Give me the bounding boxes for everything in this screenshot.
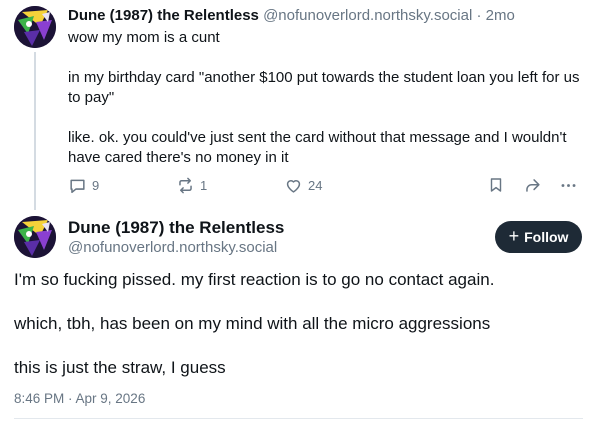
- parent-post-paragraph: wow my mom is a cunt: [68, 29, 220, 46]
- bookmark-icon: [490, 178, 502, 192]
- parent-post-text: wow my mom is a cunt in my birthday card…: [68, 28, 583, 168]
- parent-post-avatar[interactable]: [14, 6, 56, 48]
- like-icon: [286, 180, 301, 193]
- main-post-paragraph: this is just the straw, I guess: [14, 358, 226, 377]
- parent-post-header: Dune (1987) the Relentless @nofunoverlor…: [68, 6, 583, 26]
- plus-icon: +: [508, 226, 520, 246]
- post-timestamp[interactable]: 8:46 PM · Apr 9, 2026: [14, 390, 145, 408]
- more-icon: [561, 184, 576, 187]
- parent-post-age[interactable]: 2mo: [486, 7, 515, 24]
- thread-connector-line: [34, 52, 36, 210]
- main-post-paragraph: which, tbh, has been on my mind with all…: [14, 314, 491, 333]
- main-post-avatar[interactable]: [14, 216, 56, 258]
- follow-button[interactable]: + Follow: [495, 221, 582, 253]
- parent-post-body: Dune (1987) the Relentless @nofunoverlor…: [68, 6, 583, 168]
- parent-post-paragraph: in my birthday card "another $100 put to…: [68, 69, 580, 106]
- repost-icon: [179, 177, 192, 194]
- repost-count: 1: [200, 178, 208, 193]
- more-options-button[interactable]: [559, 176, 578, 195]
- reply-icon: [70, 179, 85, 193]
- parent-post-paragraph: like. ok. you could've just sent the car…: [68, 129, 567, 166]
- divider: [14, 418, 583, 419]
- meta-separator: ·: [476, 7, 482, 24]
- avatar-image: [14, 216, 56, 258]
- avatar-image: [14, 6, 56, 48]
- main-post-handle[interactable]: @nofunoverlord.northsky.social: [68, 238, 277, 258]
- main-post-paragraph: I'm so fucking pissed. my first reaction…: [14, 270, 495, 289]
- repost-button[interactable]: 1: [176, 176, 207, 195]
- parent-post-actions: 9 1 24: [68, 176, 583, 196]
- bookmark-button[interactable]: [487, 176, 505, 194]
- like-button[interactable]: 24: [284, 176, 322, 195]
- main-post-display-name[interactable]: Dune (1987) the Relentless: [68, 217, 284, 239]
- parent-post-handle[interactable]: @nofunoverlord.northsky.social: [263, 7, 472, 24]
- share-icon: [526, 179, 540, 192]
- parent-post-display-name[interactable]: Dune (1987) the Relentless: [68, 7, 259, 24]
- like-count: 24: [308, 178, 323, 193]
- share-button[interactable]: [523, 176, 542, 195]
- follow-label: Follow: [524, 229, 569, 245]
- main-post-text: I'm so fucking pissed. my first reaction…: [14, 268, 584, 380]
- reply-count: 9: [92, 178, 100, 193]
- reply-button[interactable]: 9: [68, 176, 99, 195]
